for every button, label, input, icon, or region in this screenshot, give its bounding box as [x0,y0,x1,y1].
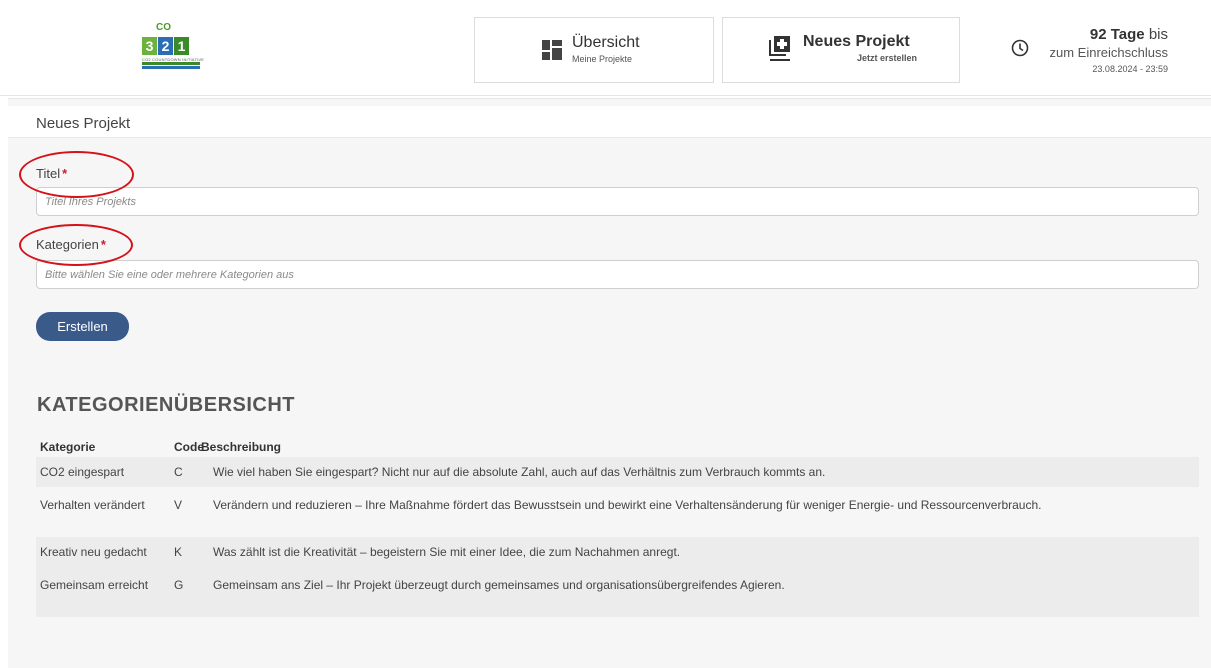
logo-digit-2: 2 [158,37,173,55]
deadline-date: 23.08.2024 - 23:59 [1092,64,1168,74]
row-beschreibung: Gemeinsam ans Ziel – Ihr Projekt überzeu… [213,578,785,592]
nav-new-project-subtitle: Jetzt erstellen [857,53,918,63]
table-row: CO2 eingespart C Wie viel haben Sie eing… [36,457,1199,487]
deadline-days-number: 92 Tage [1089,26,1145,43]
nav-overview-subtitle: Meine Projekte [572,54,633,64]
top-bar: 3 2 1 CO CO2 COUNTDOWN INITIATIVE Übersi… [0,0,1211,96]
main-panel: Neues Projekt Titel* Kategorien* Erstell… [8,98,1211,668]
row-beschreibung: Verändern und reduzieren – Ihre Maßnahme… [213,498,1042,512]
category-overview-title: KATEGORIENÜBERSICHT [37,394,296,416]
deadline-days-suffix: bis [1148,26,1168,43]
annotation-circle-categories [19,224,133,266]
row-beschreibung: Wie viel haben Sie eingespart? Nicht nur… [213,465,826,479]
table-row: Gemeinsam erreicht G Gemeinsam ans Ziel … [36,567,1199,617]
row-code: C [174,465,183,479]
title-input[interactable] [36,187,1199,216]
nav-new-project-title: Neues Projekt [803,33,910,50]
clock-icon [1011,39,1029,57]
nav-overview-title: Übersicht [572,34,640,51]
table-row: Kreativ neu gedacht K Was zählt ist die … [36,537,1199,567]
deadline-info: 92 Tage bis zum Einreichschluss 23.08.20… [968,17,1188,83]
add-project-icon [769,36,790,61]
logo-stripe-green [142,62,200,65]
dashboard-grid-icon [542,40,562,60]
nav-overview[interactable]: Übersicht Meine Projekte [474,17,714,83]
row-kategorie: CO2 eingespart [40,465,125,479]
panel-header: Neues Projekt [8,106,1211,138]
row-code: K [174,545,183,559]
categories-select[interactable] [36,260,1199,289]
nav-new-project[interactable]: Neues Projekt Jetzt erstellen [722,17,960,83]
create-button[interactable]: Erstellen [36,312,129,341]
deadline-label: zum Einreichschluss [1049,45,1169,60]
panel-title: Neues Projekt [36,115,131,132]
row-kategorie: Verhalten verändert [40,498,145,512]
table-header-beschreibung: Beschreibung [201,440,282,454]
logo-stripe-blue [142,66,200,69]
annotation-circle-title [19,151,134,198]
table-header-kategorie: Kategorie [40,440,96,454]
row-kategorie: Gemeinsam erreicht [40,578,149,592]
row-code: V [174,498,183,512]
table-row: Verhalten verändert V Verändern und redu… [36,487,1199,537]
row-code: G [174,578,184,592]
table-header-code: Code [174,440,204,454]
logo-digit-1: 1 [174,37,189,55]
deadline-days: 92 Tage bis [1090,26,1168,43]
row-kategorie: Kreativ neu gedacht [40,545,147,559]
logo-digit-3: 3 [142,37,157,55]
logo-co-text: CO [156,22,171,33]
logo[interactable]: 3 2 1 CO CO2 COUNTDOWN INITIATIVE [140,22,204,72]
row-beschreibung: Was zählt ist die Kreativität – begeiste… [213,545,681,559]
